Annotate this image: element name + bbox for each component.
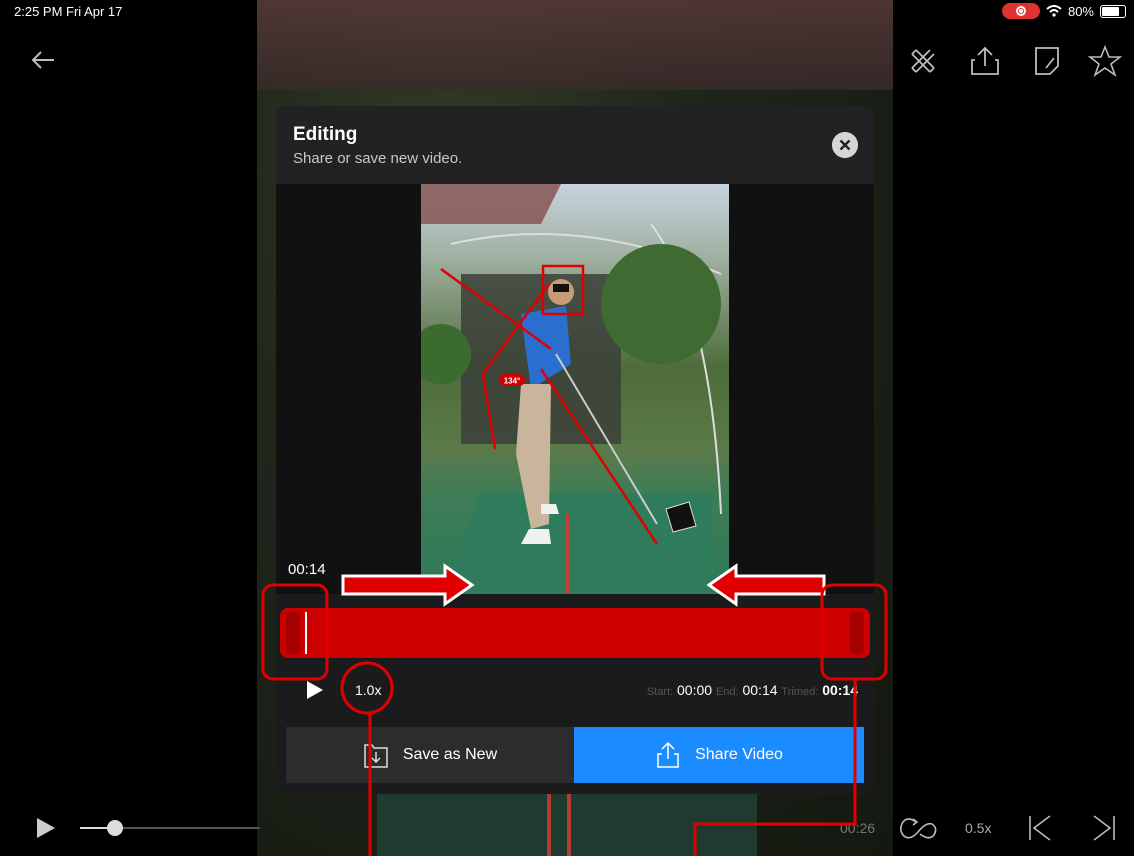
screen-recording-indicator (1001, 3, 1040, 19)
play-icon[interactable] (306, 680, 324, 700)
action-buttons: Save as New Share Video (286, 727, 864, 783)
back-arrow-icon[interactable] (28, 46, 58, 74)
main-scrubber-knob[interactable] (107, 820, 123, 836)
playhead[interactable] (305, 612, 307, 654)
wifi-icon (1046, 5, 1062, 17)
modal-title: Editing (293, 124, 358, 145)
trim-end-value: 00:14 (742, 682, 778, 698)
loop-icon[interactable] (898, 814, 938, 842)
main-play-icon[interactable] (36, 817, 56, 839)
next-frame-icon[interactable] (1090, 814, 1118, 842)
share-icon (657, 741, 679, 768)
modal-subtitle: Share or save new video. (293, 150, 463, 167)
trimmed-duration: 00:14 (822, 682, 858, 698)
modal-header: Editing Share or save new video. (276, 106, 874, 184)
trim-timeline[interactable] (280, 608, 870, 658)
trim-start-handle[interactable] (286, 612, 300, 654)
current-time: 00:14 (288, 561, 326, 578)
video-frame: 134° (421, 184, 729, 594)
battery-icon (1100, 4, 1126, 18)
close-icon[interactable] (832, 132, 858, 158)
previous-frame-icon[interactable] (1026, 814, 1054, 842)
share-icon[interactable] (968, 44, 1002, 78)
status-time: 2:25 PM Fri Apr 17 (14, 4, 123, 19)
battery-percent: 80% (1067, 3, 1094, 19)
note-icon[interactable] (1030, 44, 1064, 78)
share-video-button[interactable]: Share Video (574, 727, 864, 783)
editing-modal: Editing Share or save new video. 134° 00… (276, 106, 874, 794)
golf-swing-preview: 134° (421, 184, 722, 594)
angle-badge: 134° (504, 377, 521, 386)
share-video-label: Share Video (695, 746, 783, 763)
trim-start-value: 00:00 (677, 682, 713, 698)
trim-end-handle[interactable] (850, 612, 864, 654)
save-as-new-label: Save as New (402, 746, 498, 763)
status-bar: 2:25 PM Fri Apr 17 80% (0, 0, 1134, 22)
star-icon[interactable] (1088, 44, 1122, 78)
save-as-new-button[interactable]: Save as New (286, 727, 574, 783)
video-preview[interactable]: 134° (276, 184, 874, 594)
drawing-tools-icon[interactable] (906, 44, 940, 78)
speed-toggle[interactable]: 1.0x (355, 682, 381, 698)
video-duration: 00:26 (840, 820, 876, 836)
status-indicators: 80% (1001, 3, 1126, 19)
trim-info: Start: 00:00 End: 00:14 Trimed: 00:14 (646, 682, 858, 698)
playback-rate[interactable]: 0.5x (965, 820, 991, 836)
save-download-icon (364, 744, 388, 768)
